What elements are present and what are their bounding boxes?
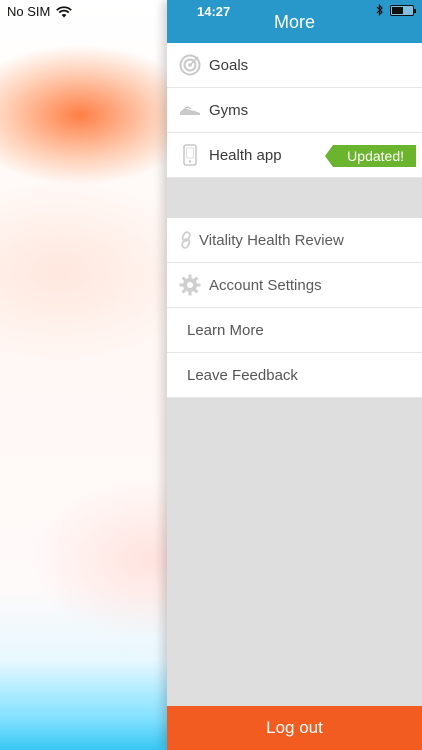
updated-badge: Updated! <box>325 145 416 167</box>
more-drawer: 14:27 More Goals Gyms Health app Updated… <box>167 0 422 750</box>
blurred-background[interactable] <box>0 0 167 750</box>
menu-item-label: Leave Feedback <box>187 366 298 384</box>
page-title: More <box>273 12 315 32</box>
menu-item-label: Gyms <box>209 101 249 119</box>
status-bar-left: No SIM <box>7 4 73 19</box>
menu-item-label: Learn More <box>187 321 264 339</box>
menu-item-gyms[interactable]: Gyms <box>167 88 422 133</box>
menu-item-learn-more[interactable]: Learn More <box>167 308 422 353</box>
carrier-label: No SIM <box>7 4 51 19</box>
menu-item-label: Health app <box>209 146 282 164</box>
menu-section-primary: Goals Gyms Health app Updated! <box>167 43 422 178</box>
menu-item-label: Vitality Health Review <box>199 231 344 249</box>
menu-item-label: Account Settings <box>209 276 322 294</box>
wifi-icon <box>56 5 73 17</box>
phone-icon <box>179 144 201 166</box>
menu-section-secondary: Vitality Health Review Account Settings … <box>167 218 422 398</box>
menu-item-account-settings[interactable]: Account Settings <box>167 263 422 308</box>
drawer-header: 14:27 More <box>167 0 422 43</box>
menu-item-goals[interactable]: Goals <box>167 43 422 88</box>
menu-item-label: Goals <box>209 56 249 74</box>
sneaker-icon <box>179 99 201 121</box>
gear-icon <box>179 274 201 296</box>
menu-item-leave-feedback[interactable]: Leave Feedback <box>167 353 422 398</box>
target-icon <box>179 54 201 76</box>
logout-button[interactable]: Log out <box>167 706 422 750</box>
menu-item-health-app[interactable]: Health app Updated! <box>167 133 422 178</box>
menu-item-vitality-health-review[interactable]: Vitality Health Review <box>167 218 422 263</box>
link-icon <box>177 229 195 251</box>
